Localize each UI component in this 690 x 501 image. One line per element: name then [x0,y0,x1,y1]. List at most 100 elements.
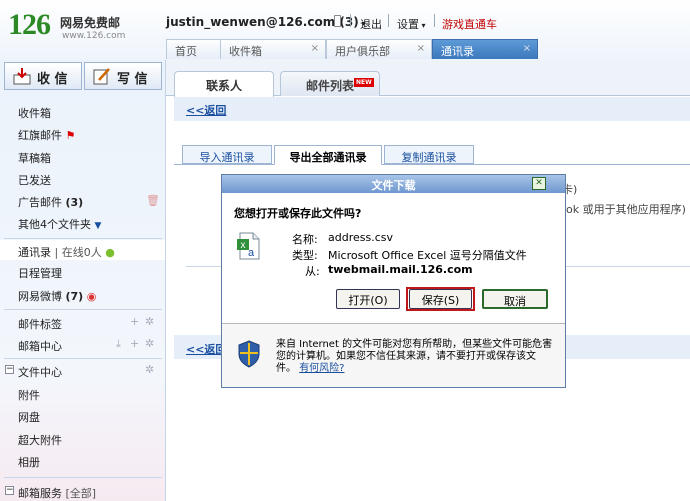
divider [4,477,162,478]
sidebar-item-sent[interactable]: 已发送 [18,172,51,188]
tab-label: 用户俱乐部 [335,45,390,58]
settings-label: 设置 [397,18,419,31]
tab-label: 通讯录 [441,45,474,58]
back-link[interactable]: <<返回 [186,102,226,118]
receive-icon [13,68,31,85]
gear-icon[interactable]: ✲ [145,315,154,328]
background-text: ok 或用于其他应用程序) [566,203,686,216]
tab-label: 收件箱 [229,45,262,58]
service-all-link[interactable]: [全部] [66,487,97,500]
receive-label: 收 信 [37,72,68,87]
add-icon[interactable]: + [130,337,139,350]
sidebar-item-flagged[interactable]: 红旗邮件 ⚑ [18,127,75,143]
settings-menu[interactable]: 设置 ▾ [397,16,426,32]
open-button[interactable]: 打开(O) [336,289,400,309]
close-icon[interactable]: × [523,43,531,54]
tab-import[interactable]: 导入通讯录 [182,145,272,164]
mobile-icon[interactable] [334,15,341,27]
trash-icon[interactable]: 🗑 [146,194,160,207]
sidebar-item-weibo[interactable]: 网易微博 (7) ◉ [18,288,96,304]
receive-button[interactable]: 收 信 [4,62,82,90]
excel-file-icon: x a [237,232,260,260]
logo-url: www.126.com [62,31,126,41]
download-icon[interactable]: ⤓ [116,337,121,351]
caret-down-icon: ▼ [94,221,102,231]
divider [4,358,162,359]
type-label: 类型: [292,249,318,262]
tab-copy[interactable]: 复制通讯录 [384,145,474,164]
sidebar-item-other[interactable]: 其他4个文件夹 ▼ [18,216,101,232]
back-bar [174,97,690,121]
save-button[interactable]: 保存(S) [409,289,472,309]
flag-icon: ⚑ [65,129,76,142]
tab-club[interactable]: 用户俱乐部 × [326,39,432,59]
close-icon[interactable]: ✕ [532,177,546,190]
sidebar-item-disk[interactable]: 网盘 [18,409,40,425]
divider [350,14,351,27]
divider [434,14,435,27]
sidebar-item-label: 通讯录 [18,246,51,259]
close-icon[interactable]: × [311,43,319,54]
tab-label: 首页 [175,45,197,58]
online-count: 在线0人 [61,246,102,259]
shield-icon [238,340,260,368]
logo-title: 网易免费邮 [60,16,121,30]
risk-link[interactable]: 有何风险? [299,363,344,374]
sidebar-item-mailcenter[interactable]: 邮箱中心 [18,338,62,354]
divider [4,309,162,310]
sidebar-item-schedule[interactable]: 日程管理 [18,265,62,281]
chat-icon: ● [105,246,115,259]
chevron-down-icon: ▾ [419,21,426,30]
tab-label: 邮件列表 [305,79,354,93]
sidebar-item-filecenter[interactable]: 文件中心 [18,364,62,380]
sidebar-item-label: 网易微博 [18,290,62,303]
tab-export-all[interactable]: 导出全部通讯录 [274,145,382,165]
logout-link[interactable]: 退出 [360,16,382,32]
sidebar-item-album[interactable]: 相册 [18,454,40,470]
sidebar-item-label: 红旗邮件 [18,129,62,142]
security-notice: 来自 Internet 的文件可能对您有所帮助，但某些文件可能危害您的计算机。如… [276,339,554,375]
sidebar-item-label: 广告邮件 [18,196,62,209]
close-icon[interactable]: × [417,43,425,54]
tab-contacts[interactable]: 通讯录 × [432,39,538,59]
sidebar-item-contacts[interactable]: 通讯录 | 在线0人 ● [18,244,115,260]
account-email: justin_wenwen@126.com [166,15,336,29]
cancel-button[interactable]: 取消 [482,289,548,309]
svg-text:a: a [248,247,255,259]
name-value: address.csv [328,231,394,244]
tab-inbox[interactable]: 收件箱 × [220,39,326,59]
sidebar-item-tags[interactable]: 邮件标签 [18,316,62,332]
dialog-title: 文件下载 [222,175,565,193]
svg-text:x: x [241,240,246,251]
collapse-icon[interactable]: − [5,486,14,495]
sidebar-item-bigattach[interactable]: 超大附件 [18,432,62,448]
sidebar-item-count: (7) [65,290,84,303]
sidebar-item-ads[interactable]: 广告邮件 (3) [18,194,83,210]
tab-contacts-list[interactable]: 联系人 [174,71,274,97]
game-link[interactable]: 游戏直通车 [442,16,497,32]
sidebar-item-label: 其他4个文件夹 [18,218,91,231]
logo-126: 126 [8,8,51,41]
from-label: 从: [305,265,320,278]
write-icon [93,68,110,85]
write-button[interactable]: 写 信 [84,62,162,90]
type-value: Microsoft Office Excel 逗号分隔值文件 [328,249,527,262]
new-badge: NEW [354,78,374,87]
name-label: 名称: [292,233,318,246]
divider [388,14,389,27]
write-label: 写 信 [117,72,148,87]
sidebar-item-count: (3) [65,196,84,209]
gear-icon[interactable]: ✲ [145,337,154,350]
sidebar-item-inbox[interactable]: 收件箱 [18,105,51,121]
sidebar-item-service[interactable]: 邮箱服务 [全部] [18,485,96,501]
add-icon[interactable]: + [130,315,139,328]
divider [4,238,162,239]
sidebar-item-drafts[interactable]: 草稿箱 [18,150,51,166]
from-value: twebmail.mail.126.com [328,263,473,276]
sidebar-item-label: 邮箱服务 [18,487,62,500]
sidebar-item-attach[interactable]: 附件 [18,387,40,403]
tab-home[interactable]: 首页 [166,39,221,59]
collapse-icon[interactable]: − [5,365,14,374]
dialog-question: 您想打开或保存此文件吗? [234,207,362,220]
gear-icon[interactable]: ✲ [145,363,154,376]
